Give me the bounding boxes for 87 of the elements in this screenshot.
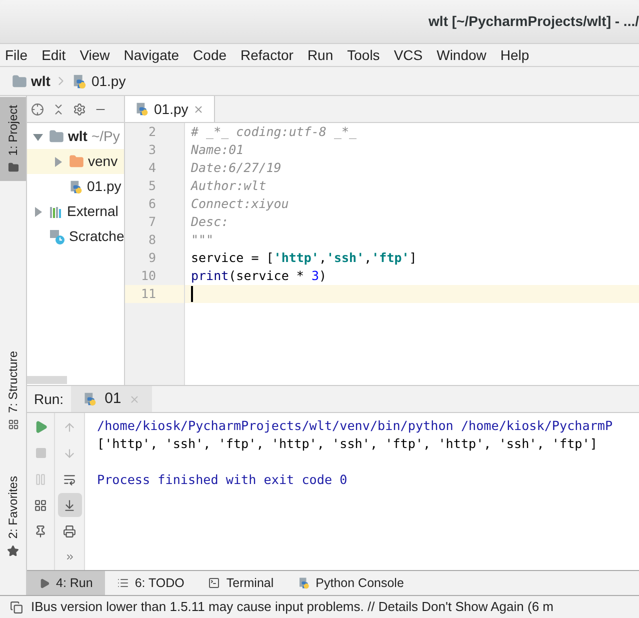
python-file-icon: [72, 74, 88, 88]
line-number: 2: [125, 123, 185, 141]
close-icon[interactable]: [193, 104, 204, 114]
line-number: 8: [125, 231, 185, 249]
status-message: IBus version lower than 1.5.11 may cause input problems. // Details Don't Show Again (6 m: [31, 598, 554, 616]
console-line: ['http', 'ssh', 'ftp', 'http', 'ssh', 'ftp', 'http', 'ssh', 'ftp']: [97, 434, 598, 453]
collapsed-arrow-icon: [33, 206, 43, 216]
folder-icon: [69, 154, 84, 169]
python-file-icon: [135, 102, 149, 116]
menu-item[interactable]: Refactor: [238, 44, 296, 66]
layout-icon: [34, 498, 47, 512]
scratches-icon: [49, 228, 65, 244]
text-cursor: [191, 286, 193, 302]
more-icon: [64, 552, 74, 562]
menu-item[interactable]: VCS: [392, 44, 425, 66]
structure-icon: [8, 419, 18, 430]
run-icon: [34, 420, 48, 434]
tree-item[interactable]: wlt ~/Py: [27, 124, 124, 149]
tool-window-tab[interactable]: Python Console: [286, 571, 416, 595]
wrap-icon: [63, 472, 76, 486]
menu-item[interactable]: Navigate: [122, 44, 182, 66]
horizontal-scrollbar[interactable]: [27, 376, 67, 384]
code-line: Connect:xiyou: [190, 194, 289, 213]
editor-tab[interactable]: 01.py: [125, 96, 216, 122]
up-icon: [63, 420, 76, 434]
python-file-icon: [69, 180, 83, 194]
locate-icon[interactable]: [31, 102, 44, 116]
menu-item[interactable]: Help: [498, 44, 532, 66]
line-number: 4: [125, 159, 185, 177]
menu-item[interactable]: File: [3, 44, 30, 66]
code-line: # _*_ coding:utf-8 _*_: [190, 123, 357, 141]
menu-item[interactable]: Code: [191, 44, 229, 66]
code-line: """: [190, 230, 214, 249]
tool-window-tab[interactable]: Terminal: [196, 571, 286, 595]
stop-icon: [34, 447, 46, 459]
menu-item[interactable]: Window: [434, 44, 488, 66]
line-number: 10: [125, 267, 185, 285]
code-line: service = ['http','ssh','ftp']: [190, 248, 417, 267]
folder-icon: [8, 162, 18, 173]
run-label: Run:: [33, 390, 65, 408]
star-icon: [7, 545, 19, 557]
line-number: 7: [125, 213, 185, 231]
play-icon: [39, 578, 50, 588]
scroll-to-end-icon: [63, 498, 76, 512]
line-number: 9: [125, 249, 185, 267]
code-line: Desc:: [190, 212, 229, 231]
folder-icon: [49, 129, 64, 144]
tree-item[interactable]: Scratche: [27, 224, 124, 249]
settings-icon[interactable]: [73, 102, 86, 116]
menu-item[interactable]: View: [78, 44, 112, 66]
tree-item[interactable]: External: [27, 199, 124, 224]
tool-window-tab[interactable]: 4: Run: [27, 571, 105, 595]
console-line: Process finished with exit code 0: [97, 470, 348, 489]
line-number: 6: [125, 195, 185, 213]
menu-item[interactable]: Edit: [40, 44, 68, 66]
down-icon: [63, 446, 76, 460]
line-number: 3: [125, 141, 185, 159]
expanded-arrow-icon: [33, 132, 43, 142]
window-title: wlt [~/PycharmProjects/wlt] - .../: [428, 12, 639, 31]
print-icon: [63, 524, 76, 538]
side-tab[interactable]: 2: Favorites: [0, 468, 26, 565]
pause-icon: [34, 472, 47, 486]
side-tab[interactable]: 7: Structure: [0, 343, 26, 438]
scroll-to-end-button[interactable]: [58, 493, 82, 517]
code-line: Date:6/27/19: [190, 158, 282, 177]
menu-item[interactable]: Tools: [345, 44, 382, 66]
line-number: 5: [125, 177, 185, 195]
run-tab[interactable]: 01: [70, 386, 152, 412]
python-icon: [82, 392, 97, 406]
python-icon: [298, 577, 310, 589]
status-icon[interactable]: [10, 600, 23, 614]
tree-item[interactable]: 01.py: [27, 174, 124, 199]
side-tab[interactable]: 1: Project: [0, 97, 26, 181]
pin-icon: [34, 524, 47, 538]
menu-item[interactable]: Run: [305, 44, 336, 66]
library-icon: [49, 204, 63, 218]
tool-window-tab[interactable]: 6: TODO: [104, 571, 196, 595]
console-line: /home/kiosk/PycharmProjects/wlt/venv/bin/python /home/kiosk/PycharmP: [97, 416, 613, 435]
collapsed-arrow-icon: [53, 156, 63, 166]
terminal-icon: [208, 577, 220, 589]
folder-icon: [12, 74, 27, 88]
code-line: Author:wlt: [190, 176, 266, 195]
code-line: Name:01: [190, 140, 244, 159]
breadcrumb-item[interactable]: 01.py: [72, 70, 126, 92]
breadcrumb-item[interactable]: wlt: [12, 70, 50, 92]
tree-item[interactable]: venv: [27, 149, 124, 174]
code-line: print(service * 3): [190, 266, 326, 285]
